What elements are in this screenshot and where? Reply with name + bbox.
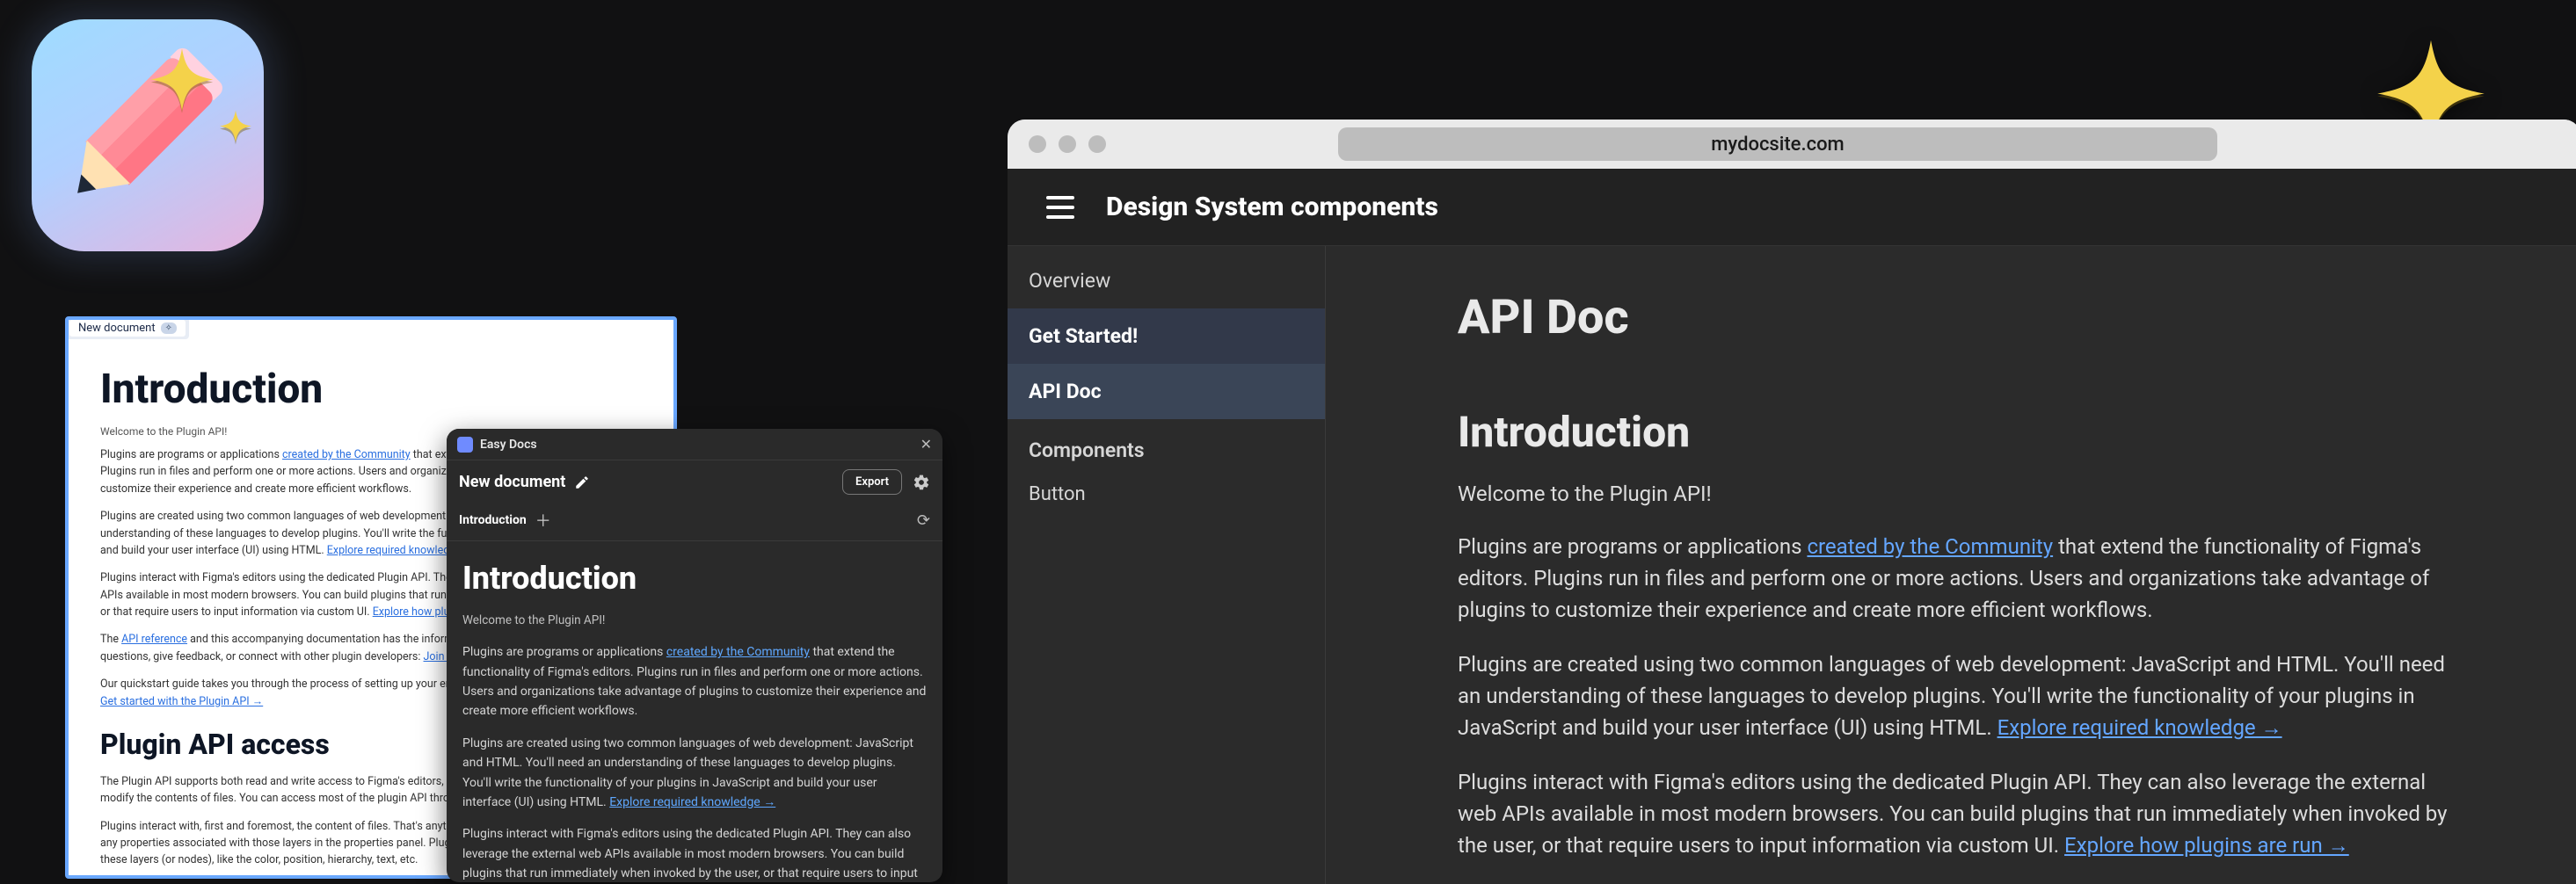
easydocs-panel: Easy Docs ✕ New document Export Introduc…	[447, 429, 942, 882]
easydocs-p3: Plugins interact with Figma's editors us…	[462, 824, 927, 882]
doc-welcome: Welcome to the Plugin API!	[1458, 482, 2449, 506]
app-icon	[32, 19, 264, 251]
traffic-max-icon[interactable]	[1088, 135, 1106, 153]
easydocs-doc-title: New document	[459, 473, 832, 491]
site-frame: Design System components Overview Get St…	[1008, 169, 2576, 884]
sync-icon[interactable]: ⟳	[917, 511, 930, 530]
easydocs-p1: Plugins are programs or applications cre…	[462, 642, 927, 721]
traffic-lights	[1029, 135, 1106, 153]
doc-p2: Plugins are created using two common lan…	[1458, 649, 2449, 743]
doc-h1: Introduction	[1458, 407, 2449, 457]
easydocs-link-knowledge[interactable]: Explore required knowledge →	[609, 795, 775, 809]
doc-p1: Plugins are programs or applications cre…	[1458, 531, 2449, 626]
easydocs-app-icon	[457, 437, 473, 453]
hamburger-icon[interactable]	[1046, 196, 1074, 219]
easydocs-body: Introduction Welcome to the Plugin API! …	[447, 541, 942, 882]
sidebar: Overview Get Started! API Doc Components…	[1008, 246, 1326, 884]
sidebar-item-overview[interactable]: Overview	[1008, 253, 1325, 308]
doc-link-community[interactable]: created by the Community	[1807, 534, 2053, 559]
doc-content: API Doc Introduction Welcome to the Plug…	[1326, 246, 2576, 884]
easydocs-h1: Introduction	[462, 554, 927, 605]
easydocs-link-community[interactable]: created by the Community	[666, 645, 810, 659]
doc-link-plugins-run[interactable]: Explore how plugins are run →	[2064, 833, 2349, 858]
sidebar-item-get-started[interactable]: Get Started!	[1008, 308, 1325, 364]
easydocs-tab[interactable]: Introduction	[459, 513, 527, 527]
browser-window: mydocsite.com Design System components O…	[1008, 120, 2576, 884]
traffic-min-icon[interactable]	[1059, 135, 1076, 153]
easydocs-welcome: Welcome to the Plugin API!	[462, 612, 927, 631]
mini-tab-strip: New document ✧	[66, 317, 189, 339]
mini-tab[interactable]: New document ✧	[69, 320, 186, 337]
export-button[interactable]: Export	[842, 469, 902, 495]
doc-p3: Plugins interact with Figma's editors us…	[1458, 766, 2449, 861]
mini-h1: Introduction	[100, 366, 647, 413]
gear-icon[interactable]	[913, 474, 930, 491]
mini-tab-badge: ✧	[161, 322, 177, 334]
sidebar-group-components[interactable]: Components	[1008, 419, 1325, 471]
browser-chrome: mydocsite.com	[1008, 120, 2576, 169]
pencil-icon[interactable]	[574, 475, 590, 490]
easydocs-p2: Plugins are created using two common lan…	[462, 734, 927, 813]
mini-link-api-ref[interactable]: API reference	[121, 633, 187, 646]
easydocs-titlebar: Easy Docs ✕	[447, 429, 942, 460]
site-title: Design System components	[1106, 192, 1438, 222]
address-bar[interactable]: mydocsite.com	[1338, 127, 2217, 161]
close-icon[interactable]: ✕	[921, 436, 932, 453]
plus-icon[interactable]: ＋	[535, 509, 551, 532]
traffic-close-icon[interactable]	[1029, 135, 1046, 153]
site-header: Design System components	[1008, 169, 2576, 246]
sidebar-item-api-doc[interactable]: API Doc	[1008, 364, 1325, 419]
easydocs-title: Easy Docs	[480, 438, 921, 452]
sidebar-item-button[interactable]: Button	[1008, 471, 1325, 518]
easydocs-tabstrip: Introduction ＋ ⟳	[447, 504, 942, 541]
easydocs-toolbar: New document Export	[447, 460, 942, 504]
mini-tab-label: New document	[78, 322, 156, 335]
address-bar-url: mydocsite.com	[1711, 134, 1844, 156]
mini-link-community[interactable]: created by the Community	[282, 448, 411, 461]
doc-link-knowledge[interactable]: Explore required knowledge →	[1997, 715, 2282, 740]
mini-link-get-started[interactable]: Get started with the Plugin API →	[100, 695, 263, 708]
sparkle-icon	[211, 109, 260, 158]
doc-title: API Doc	[1458, 290, 2449, 345]
